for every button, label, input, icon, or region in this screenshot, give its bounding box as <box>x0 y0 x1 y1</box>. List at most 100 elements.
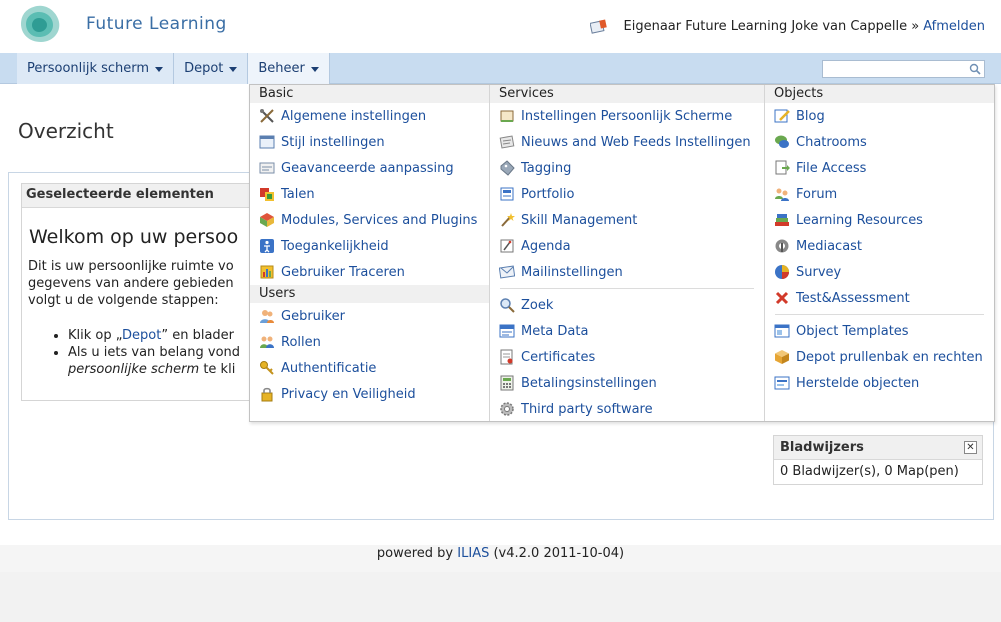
menu-item-label: Zoek <box>521 297 554 313</box>
menu-item-portfolio[interactable]: Portfolio <box>490 181 764 207</box>
list-item: Als u iets van belang vond persoonlijke s… <box>68 344 240 378</box>
menu-item-label: Blog <box>796 108 825 124</box>
nav-administration[interactable]: Beheer <box>248 53 330 84</box>
bookmarks-header: Bladwijzers ✕ <box>774 436 982 460</box>
user-flag-icon <box>589 19 607 34</box>
modules-icon <box>260 213 274 227</box>
advanced-icon <box>259 162 275 174</box>
menu-item-search[interactable]: Zoek <box>490 292 764 318</box>
menu-item-third-party-software[interactable]: Third party software <box>490 396 764 422</box>
menu-item-restored-objects[interactable]: Herstelde objecten <box>765 370 994 396</box>
close-icon[interactable]: ✕ <box>964 441 977 454</box>
menu-item-privacy-security[interactable]: Privacy en Veiligheid <box>250 381 489 407</box>
users-icon <box>260 310 274 323</box>
search-input[interactable] <box>822 60 985 78</box>
search-icon[interactable] <box>969 63 981 75</box>
menu-item-advanced-editing[interactable]: Geavanceerde aanpassing <box>250 155 489 181</box>
menu-item-meta-data[interactable]: Meta Data <box>490 318 764 344</box>
welcome-steps: Klik op „Depot” en blader Als u iets van… <box>56 327 240 378</box>
caret-down-icon <box>155 66 164 72</box>
menu-item-tagging[interactable]: Tagging <box>490 155 764 181</box>
menu-item-chatrooms[interactable]: Chatrooms <box>765 129 994 155</box>
menu-item-label: Learning Resources <box>796 212 923 228</box>
menu-item-label: Test&Assessment <box>796 290 910 306</box>
menu-item-learning-resources[interactable]: Learning Resources <box>765 207 994 233</box>
menu-item-label: Mailinstellingen <box>521 264 623 280</box>
restore-icon <box>774 376 790 390</box>
menu-item-label: Privacy en Veiligheid <box>281 386 416 402</box>
menu-column-basic: Basic Algemene instellingen Stijl instel… <box>250 85 490 421</box>
menu-item-object-templates[interactable]: Object Templates <box>765 318 994 344</box>
menu-item-style-settings[interactable]: Stijl instellingen <box>250 129 489 155</box>
menu-item-label: Talen <box>281 186 315 202</box>
payment-icon <box>500 375 514 391</box>
menu-item-label: Stijl instellingen <box>281 134 385 150</box>
menu-item-label: Certificates <box>521 349 596 365</box>
menu-item-label: Rollen <box>281 334 321 350</box>
menu-item-languages[interactable]: Talen <box>250 181 489 207</box>
trash-icon <box>775 350 789 364</box>
nav-personal-desktop[interactable]: Persoonlijk scherm <box>17 53 175 84</box>
app-title: Future Learning <box>86 14 227 34</box>
menu-item-label: Betalingsinstellingen <box>521 375 657 391</box>
menu-item-survey[interactable]: Survey <box>765 259 994 285</box>
menu-item-forum[interactable]: Forum <box>765 181 994 207</box>
news-icon <box>499 135 515 149</box>
user-area: Eigenaar Future Learning Joke van Cappel… <box>589 19 985 34</box>
bookmarks-block: Bladwijzers ✕ 0 Bladwijzer(s), 0 Map(pen… <box>773 435 983 485</box>
depot-link[interactable]: Depot <box>122 328 161 343</box>
menu-item-label: Forum <box>796 186 838 202</box>
nav-label: Persoonlijk scherm <box>27 61 150 76</box>
gear-icon <box>500 402 514 416</box>
key-icon <box>260 361 274 375</box>
group-heading-objects: Objects <box>765 85 994 103</box>
bookmarks-title: Bladwijzers <box>780 440 864 455</box>
menu-item-label: Tagging <box>521 160 572 176</box>
menu-item-general-settings[interactable]: Algemene instellingen <box>250 103 489 129</box>
footer: powered by ILIAS (v4.2.0 2011-10-04) <box>0 545 1001 572</box>
menu-item-blog[interactable]: Blog <box>765 103 994 129</box>
survey-icon <box>775 265 789 279</box>
menu-item-repository-trash[interactable]: Depot prullenbak en rechten <box>765 344 994 370</box>
menu-item-news-feeds[interactable]: Nieuws and Web Feeds Instellingen <box>490 129 764 155</box>
nav-repository[interactable]: Depot <box>174 53 249 84</box>
menu-item-payment-settings[interactable]: Betalingsinstellingen <box>490 370 764 396</box>
menu-item-label: Survey <box>796 264 842 280</box>
group-heading-users: Users <box>250 285 489 303</box>
menu-item-personal-desktop-settings[interactable]: Instellingen Persoonlijk Scherme <box>490 103 764 129</box>
menu-item-label: Algemene instellingen <box>281 108 427 124</box>
menu-item-users[interactable]: Gebruiker <box>250 303 489 329</box>
books-icon <box>775 214 789 226</box>
ilias-link[interactable]: ILIAS <box>457 546 489 561</box>
menu-item-mediacast[interactable]: Mediacast <box>765 233 994 259</box>
nav-label: Depot <box>184 61 224 76</box>
menu-item-skill-management[interactable]: Skill Management <box>490 207 764 233</box>
menu-item-calendar[interactable]: Agenda <box>490 233 764 259</box>
step-text: te kli <box>199 362 236 377</box>
administration-dropdown: Basic Algemene instellingen Stijl instel… <box>249 84 995 422</box>
menu-item-label: Depot prullenbak en rechten <box>796 349 983 365</box>
menu-item-certificates[interactable]: Certificates <box>490 344 764 370</box>
menu-item-user-tracking[interactable]: Gebruiker Traceren <box>250 259 489 285</box>
menu-item-authentication[interactable]: Authentificatie <box>250 355 489 381</box>
step-text: Klik op „ <box>68 328 123 343</box>
menu-item-label: Object Templates <box>796 323 909 339</box>
menu-item-test-assessment[interactable]: Test&Assessment <box>765 285 994 311</box>
menu-item-file-access[interactable]: File Access <box>765 155 994 181</box>
portfolio-icon <box>500 187 514 201</box>
step-text: Als u iets van belang vond <box>68 345 241 360</box>
logo-icon[interactable] <box>17 4 61 44</box>
menu-item-label: Third party software <box>521 401 653 417</box>
menu-item-modules[interactable]: Modules, Services and Plugins <box>250 207 489 233</box>
menu-item-accessibility[interactable]: Toegankelijkheid <box>250 233 489 259</box>
logout-link[interactable]: Afmelden <box>923 19 985 34</box>
skill-icon <box>501 213 515 227</box>
step-text: ” en blader <box>161 328 235 343</box>
menu-item-roles[interactable]: Rollen <box>250 329 489 355</box>
accessibility-icon <box>260 239 274 253</box>
list-item: Klik op „Depot” en blader <box>68 327 240 344</box>
desktop-icon <box>500 110 514 122</box>
menu-item-mail-settings[interactable]: Mailinstellingen <box>490 259 764 285</box>
menu-separator <box>775 314 984 315</box>
file-access-icon <box>775 160 790 175</box>
